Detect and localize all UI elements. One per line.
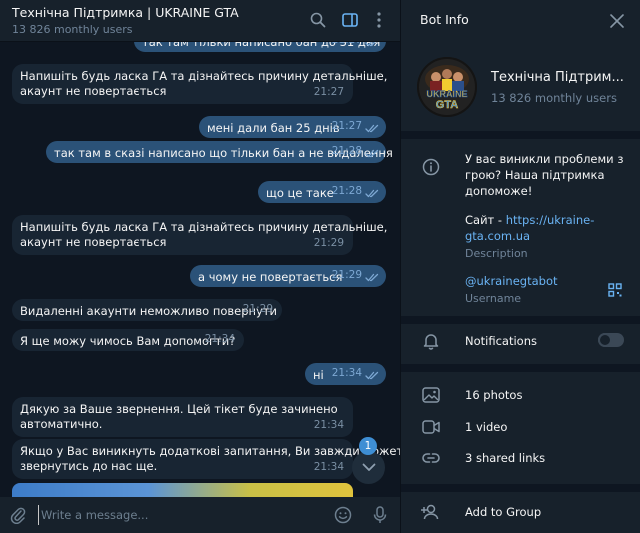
message-text: Напишіть будь ласка ГА та дізнайтесь при… xyxy=(20,69,388,98)
qr-code-icon[interactable] xyxy=(608,282,622,297)
emoji-icon[interactable] xyxy=(333,505,353,525)
bot-info-title: Bot Info xyxy=(420,12,469,27)
message-input[interactable] xyxy=(38,505,318,525)
section-divider xyxy=(401,131,640,139)
incoming-message[interactable]: Напишіть будь ласка ГА та дізнайтесь при… xyxy=(12,215,388,255)
outgoing-message[interactable]: а чому не повертається 21:29 xyxy=(190,265,386,287)
sidebar-toggle-icon[interactable] xyxy=(340,10,360,30)
section-divider xyxy=(401,364,640,372)
site-prefix: Сайт - xyxy=(465,213,506,227)
toggle-knob xyxy=(598,333,612,347)
outgoing-message[interactable]: так там тільки написано бан до 31 дня21:… xyxy=(134,42,386,52)
incoming-message[interactable]: Видаленні акаунти неможливо повернути 21:… xyxy=(12,299,282,321)
message-time: 21:28 xyxy=(331,185,362,197)
link-icon xyxy=(421,448,441,468)
chat-header: Технічна Підтримка | UKRAINE GTA 13 826 … xyxy=(0,0,400,42)
outgoing-message[interactable]: так там в сказі написано що тільки бан а… xyxy=(46,141,393,163)
message-text: Напишіть будь ласка ГА та дізнайтесь при… xyxy=(20,220,388,249)
close-icon[interactable] xyxy=(608,12,626,30)
message-list[interactable]: так там тільки написано бан до 31 дня21:… xyxy=(0,42,400,497)
section-divider xyxy=(401,316,640,324)
svg-text:GTA: GTA xyxy=(436,99,458,111)
message-time: 21:27 xyxy=(313,86,344,98)
unread-badge: 1 xyxy=(359,437,377,455)
bot-info-panel: Bot Info UKRAINE GTA Технічна Підтрим...… xyxy=(400,0,640,533)
info-icon xyxy=(421,157,441,177)
description-label: Description xyxy=(465,247,528,260)
outgoing-message[interactable]: ні 21:34 xyxy=(305,363,386,385)
username-label: Username xyxy=(465,292,522,305)
message-text: так там в сказі написано що тільки бан а… xyxy=(54,146,393,160)
incoming-message[interactable]: Напишіть будь ласка ГА та дізнайтесь при… xyxy=(12,64,388,104)
outgoing-message[interactable]: мені дали бан 25 днів 21:27 xyxy=(199,116,386,138)
notifications-toggle[interactable] xyxy=(598,333,624,347)
message-text: Дякую за Ваше звернення. Цей тікет буде … xyxy=(20,402,338,431)
bell-icon xyxy=(421,331,441,351)
message-time: 21:34 xyxy=(204,333,235,345)
shared-photos[interactable]: 16 photos xyxy=(465,388,522,402)
chat-title[interactable]: Технічна Підтримка | UKRAINE GTA xyxy=(12,5,239,20)
incoming-message[interactable]: Я ще можу чимось Вам допомогти? 21:34 xyxy=(12,329,244,351)
message-text: Я ще можу чимось Вам допомогти? xyxy=(20,334,236,348)
bot-name: Технічна Підтрим... xyxy=(491,70,624,85)
message-time: 21:27 xyxy=(332,42,362,48)
add-user-icon xyxy=(421,502,441,522)
section-divider xyxy=(401,484,640,492)
bot-description: У вас виникли проблеми з грою? Наша підт… xyxy=(465,152,624,198)
search-icon[interactable] xyxy=(308,10,328,30)
message-time: 21:27 xyxy=(331,120,362,132)
message-time: 21:34 xyxy=(331,367,362,379)
bot-info-header: Bot Info xyxy=(401,0,640,42)
message-time: 21:34 xyxy=(313,461,344,473)
incoming-message[interactable]: Дякую за Ваше звернення. Цей тікет буде … xyxy=(12,397,353,437)
message-time: 21:29 xyxy=(313,237,344,249)
incoming-message[interactable]: Якщо у Вас виникнуть додаткові запитання… xyxy=(12,439,400,479)
chat-pane: Технічна Підтримка | UKRAINE GTA 13 826 … xyxy=(0,0,400,533)
telegram-window: Технічна Підтримка | UKRAINE GTA 13 826 … xyxy=(0,0,640,533)
message-time: 21:28 xyxy=(331,145,362,157)
add-to-group-button[interactable]: Add to Group xyxy=(465,505,541,519)
bot-site: Сайт - https://ukraine-gta.com.ua xyxy=(465,212,625,244)
bot-avatar[interactable]: UKRAINE GTA xyxy=(417,57,477,117)
shared-videos[interactable]: 1 video xyxy=(465,420,507,434)
media-preview[interactable] xyxy=(12,483,353,497)
bot-username[interactable]: @ukrainegtabot xyxy=(465,274,557,288)
notifications-label[interactable]: Notifications xyxy=(465,334,537,348)
chat-subtitle: 13 826 monthly users xyxy=(12,23,133,36)
message-time: 21:29 xyxy=(331,269,362,281)
message-text: Якщо у Вас виникнуть додаткові запитання… xyxy=(20,444,400,473)
photo-icon xyxy=(421,385,441,405)
microphone-icon[interactable] xyxy=(370,505,390,525)
message-time: 21:29 xyxy=(242,303,273,315)
shared-links[interactable]: 3 shared links xyxy=(465,451,545,465)
video-icon xyxy=(421,417,441,437)
bot-subtitle: 13 826 monthly users xyxy=(491,91,617,105)
message-time: 21:34 xyxy=(313,419,344,431)
svg-text:UKRAINE: UKRAINE xyxy=(426,89,467,99)
scroll-down-button[interactable] xyxy=(352,451,385,484)
composer xyxy=(0,497,400,533)
message-text: Видаленні акаунти неможливо повернути xyxy=(20,304,278,318)
attach-icon[interactable] xyxy=(8,505,28,525)
outgoing-message[interactable]: що це таке 21:28 xyxy=(258,181,386,203)
more-menu-icon[interactable] xyxy=(369,10,389,30)
